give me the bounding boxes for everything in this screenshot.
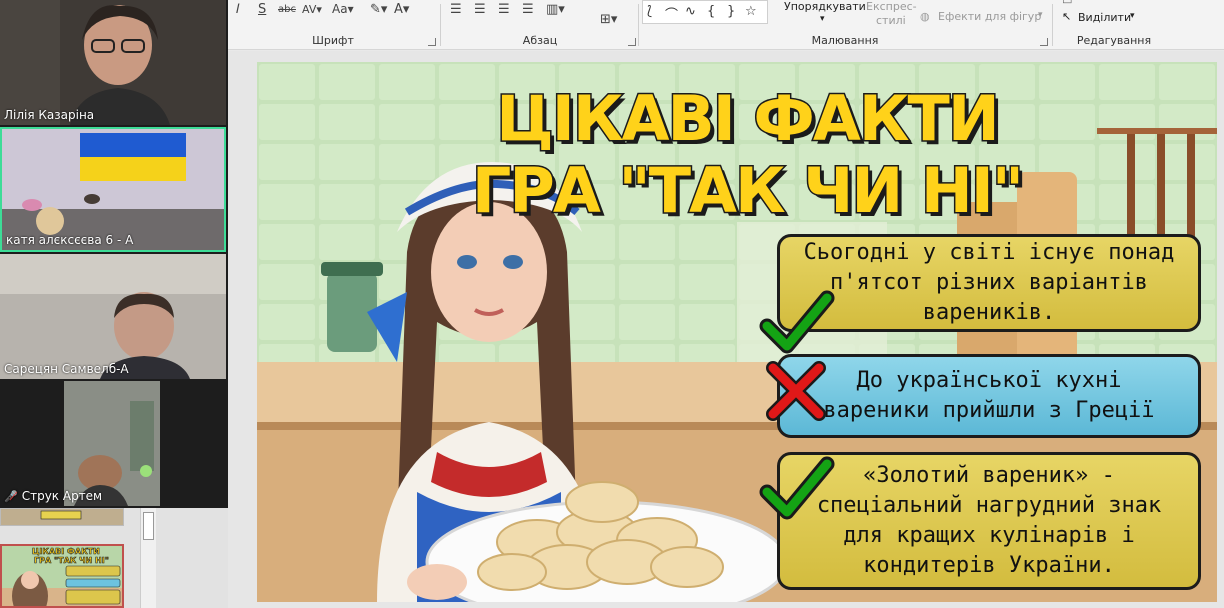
thumbnail-title-line2: ГРА "ТАК ЧИ НІ" [34,556,109,566]
slide-thumbnails-pane: ЦІКАВІ ФАКТИ ГРА "ТАК ЧИ НІ" [0,508,228,608]
italic-icon[interactable]: 𝐼 [236,2,240,17]
cursor-icon: ↖ [1062,10,1072,23]
paragraph-group: ☰ ☰ ☰ ☰ ▥▾ ⊞▾ Абзац [442,0,638,50]
scrollbar-thumb[interactable] [143,512,154,540]
video-participants-panel: Лілія Казаріна катя алєксєєва 6 - А Саре… [0,0,228,508]
slide-thumbnail-previous[interactable] [0,508,124,526]
participant-video [0,0,226,125]
fact-text-line: вареників. [922,300,1056,325]
slide-title-line1[interactable]: ЦІКАВІ ФАКТИ [447,81,1047,157]
select-button[interactable]: Виділити [1078,11,1131,24]
participant-tile[interactable]: 🎤̸ Струк Артем [0,381,226,506]
fact-text-line: п'ятсот різних варіантів [830,270,1148,295]
paragraph-dialog-launcher[interactable] [628,38,636,46]
drawing-dialog-launcher[interactable] [1040,38,1048,46]
shape-effects-button[interactable]: Ефекти для фігур [938,10,1041,23]
align-left-icon[interactable]: ☰ [450,2,462,17]
highlight-icon[interactable]: ✎▾ [370,2,387,17]
shape-effects-icon: ◍ [920,10,930,23]
participant-video [0,381,226,506]
justify-icon[interactable]: ☰ [522,2,534,17]
fact-box[interactable]: «Золотий вареник» - спеціальний нагрудний… [777,452,1201,590]
fact-text: «Золотий вареник» - спеціальний нагрудний… [817,461,1161,581]
slide-editing-area: ЦІКАВІ ФАКТИ ГРА "ТАК ЧИ НІ" Сьогодні у … [228,51,1224,608]
fact-text-line: «Золотий вареник» - [863,463,1115,488]
curve-icon[interactable]: ∿ [685,4,696,19]
fact-text: До української кухні вареники прийшли з Г… [823,366,1154,426]
thumbnails-scrollbar[interactable] [140,508,156,608]
columns-icon[interactable]: ▥▾ [546,2,565,17]
font-group-label: Шрифт [312,34,354,47]
cross-mark-icon [766,361,826,421]
fact-text-line: вареники прийшли з Греції [823,398,1155,423]
fact-text-line: для кращих кулінарів і [843,523,1135,548]
align-center-icon[interactable]: ☰ [474,2,486,17]
strikethrough-icon[interactable]: abc [278,4,296,15]
fact-text-line: Сьогодні у світі існує понад [803,240,1175,265]
align-right-icon[interactable]: ☰ [498,2,510,17]
mic-muted-icon: 🎤̸ [4,490,18,503]
fact-text-line: спеціальний нагрудний знак [816,493,1162,518]
editing-group: ↖ Виділити ▾ ▭ Редагування [1054,0,1174,50]
smartart-icon[interactable]: ⊞▾ [600,12,617,27]
slide-canvas[interactable]: ЦІКАВІ ФАКТИ ГРА "ТАК ЧИ НІ" Сьогодні у … [257,62,1217,602]
star-icon[interactable]: ☆ [745,4,757,19]
arc-icon[interactable]: ⌒ [665,4,678,23]
brace-right-icon[interactable]: } [727,4,735,19]
font-dialog-launcher[interactable] [428,38,436,46]
freeform-icon[interactable]: ⟅ [647,4,652,19]
editing-group-label: Редагування [1076,34,1152,47]
shape-effects-dropdown-icon[interactable]: ▾ [1038,10,1043,20]
shadow-text-icon[interactable]: S [258,2,266,17]
quick-styles-button[interactable]: Експрес- [866,0,917,13]
fact-box[interactable]: До української кухні вареники прийшли з Г… [777,354,1201,438]
arrange-dropdown-icon[interactable]: ▾ [820,14,825,24]
participant-name: катя алєксєєва 6 - А [6,233,134,247]
change-case-icon[interactable]: Aa▾ [332,2,354,16]
character-spacing-icon[interactable]: AV▾ [302,3,322,16]
participant-tile[interactable]: Лілія Казаріна [0,0,226,125]
participant-name: Лілія Казаріна [4,108,95,122]
font-color-icon[interactable]: A▾ [394,2,409,17]
fact-text-line: До української кухні [856,368,1122,393]
check-mark-icon [759,456,835,520]
select-dropdown-icon[interactable]: ▾ [1130,11,1135,21]
arrange-button[interactable]: Упорядкувати [784,0,866,13]
drawing-group-label: Малювання [811,34,879,47]
check-mark-icon [759,290,835,354]
app-window: 𝐼 S abc AV▾ Aa▾ ✎▾ A▾ Шрифт ☰ ☰ ☰ ☰ ▥▾ ⊞… [0,0,1224,608]
fact-box[interactable]: Сьогодні у світі існує понад п'ятсот різн… [777,234,1201,332]
thumbnail-title-line1: ЦІКАВІ ФАКТИ [32,547,100,557]
fact-text-line: кондитерів України. [863,553,1115,578]
participant-name: 🎤̸ Струк Артем [4,489,103,503]
participant-tile[interactable]: Сарецян Самвелб-А [0,254,226,379]
replace-icon[interactable]: ▭ [1062,0,1072,7]
brace-left-icon[interactable]: { [707,4,715,19]
slide-thumbnail-current[interactable]: ЦІКАВІ ФАКТИ ГРА "ТАК ЧИ НІ" [0,544,124,608]
participant-video [0,254,226,379]
ribbon: 𝐼 S abc AV▾ Aa▾ ✎▾ A▾ Шрифт ☰ ☰ ☰ ☰ ▥▾ ⊞… [228,0,1224,50]
quick-styles-label-line2: стилі [876,14,906,27]
fact-text: Сьогодні у світі існує понад п'ятсот різн… [804,238,1175,328]
shapes-gallery[interactable]: ⟅ ⌒ ∿ { } ☆ [642,0,768,24]
participant-tile-active[interactable]: катя алєксєєва 6 - А [0,127,226,252]
slide-title-line2[interactable]: ГРА "ТАК ЧИ НІ" [447,153,1047,229]
participant-video [2,129,224,250]
font-group: 𝐼 S abc AV▾ Aa▾ ✎▾ A▾ Шрифт [228,0,438,50]
paragraph-group-label: Абзац [522,34,558,47]
participant-name: Сарецян Самвелб-А [4,362,129,376]
